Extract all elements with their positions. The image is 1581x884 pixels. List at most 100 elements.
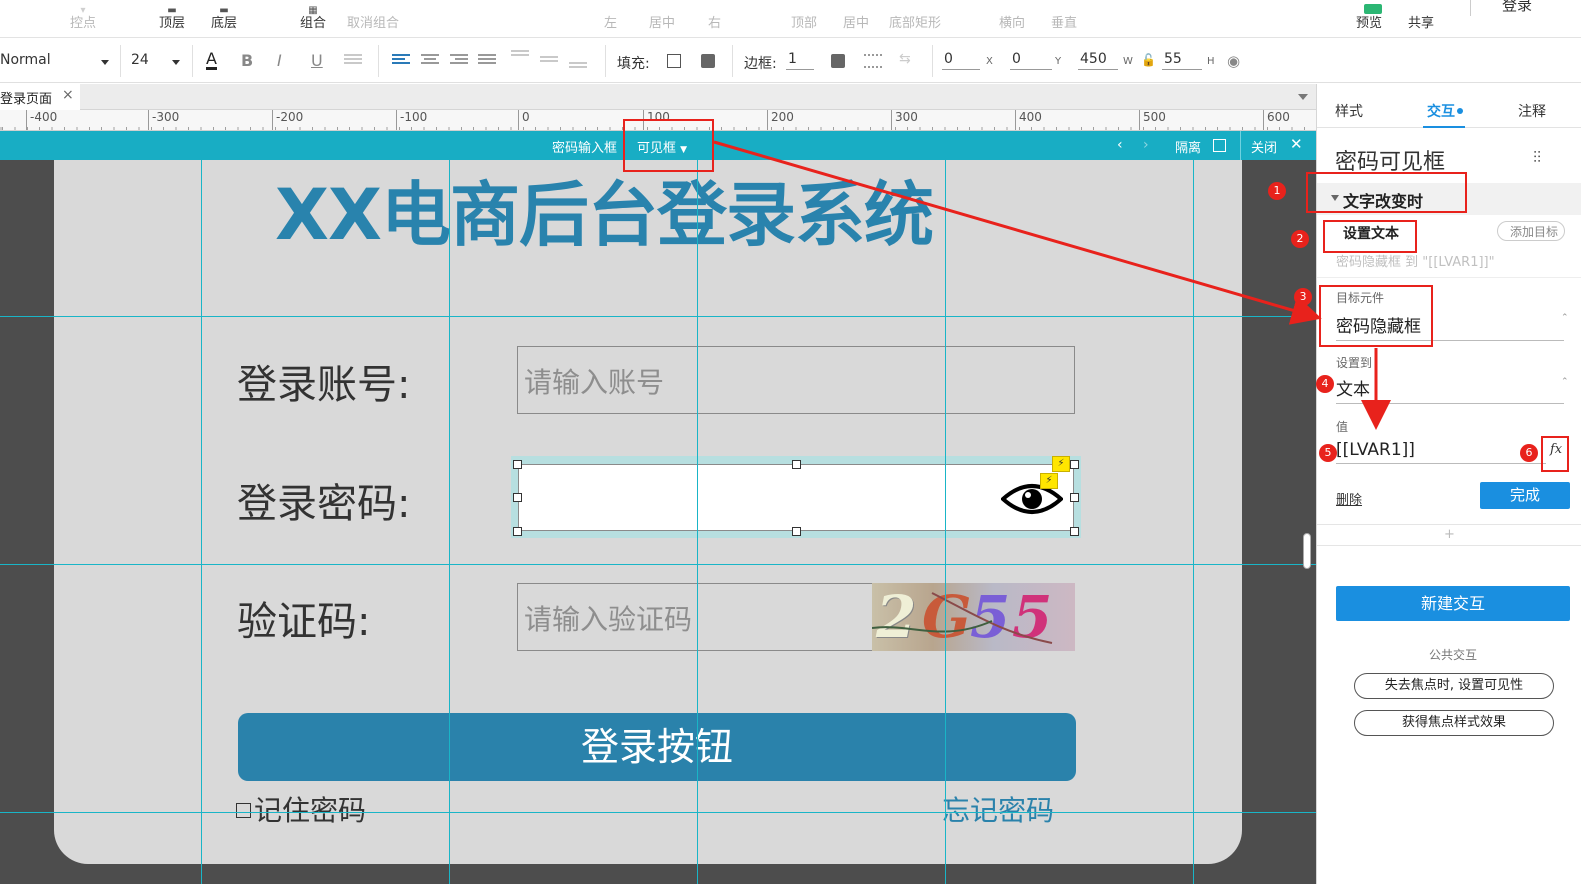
- align-right-icon[interactable]: [450, 54, 468, 68]
- format-toolbar: Normal 24 A B I U 填充: 边框: 1 ⇆ 0 X 0 Y 45…: [0, 39, 1581, 83]
- remember-password-checkbox[interactable]: 记住密码: [236, 789, 366, 829]
- design-canvas[interactable]: 密码输入框 可见框 ▼ ‹ › 隔离 关闭 ✕ XX电商后台登录系统 登录账号:…: [0, 131, 1316, 884]
- done-button[interactable]: 完成: [1480, 482, 1570, 509]
- resize-handle[interactable]: [1070, 493, 1079, 502]
- prev-state-button[interactable]: ‹: [1117, 137, 1123, 153]
- password-label: 登录密码:: [237, 481, 411, 527]
- close-icon[interactable]: ✕: [1290, 135, 1303, 153]
- captcha-label: 验证码:: [237, 599, 371, 645]
- align-left-button[interactable]: 左: [604, 12, 617, 31]
- lock-icon[interactable]: 🔓: [1141, 53, 1156, 67]
- align-justify-icon[interactable]: [478, 54, 496, 68]
- chevron-down-icon: [172, 60, 180, 65]
- chevron-updown-icon: ⌃: [1561, 313, 1569, 323]
- interaction-bolt-icon[interactable]: ⚡: [1052, 456, 1070, 472]
- resize-handle[interactable]: [513, 527, 522, 536]
- share-button[interactable]: 共享: [1408, 12, 1434, 31]
- send-back-icon: ▬: [219, 5, 229, 16]
- italic-button[interactable]: I: [277, 51, 282, 70]
- anchor-button[interactable]: ▾ 控点: [70, 6, 96, 32]
- x-input[interactable]: 0: [942, 51, 980, 70]
- tab-style[interactable]: 样式: [1335, 101, 1363, 121]
- tab-notes[interactable]: 注释: [1518, 101, 1546, 121]
- page-tab-login[interactable]: 登录页面 ×: [0, 84, 80, 110]
- isolate-button[interactable]: 隔离: [1175, 137, 1201, 156]
- align-middle-button[interactable]: 居中: [843, 12, 869, 31]
- login-link[interactable]: 登录: [1502, 0, 1532, 15]
- list-icon[interactable]: [344, 54, 362, 68]
- height-input[interactable]: 55: [1162, 51, 1202, 70]
- align-top-button[interactable]: 顶部: [791, 12, 817, 31]
- value-label: 值: [1336, 420, 1349, 434]
- login-button[interactable]: 登录按钮: [238, 713, 1076, 781]
- next-state-button[interactable]: ›: [1143, 137, 1149, 153]
- captcha-noise: [872, 592, 1053, 644]
- sliders-icon[interactable]: ⫶⫶: [1533, 148, 1541, 168]
- y-input[interactable]: 0: [1010, 51, 1052, 70]
- border-arrow-icon[interactable]: ⇆: [899, 51, 911, 67]
- distribute-vertical-button[interactable]: 垂直: [1051, 12, 1077, 31]
- font-size-select[interactable]: 24: [131, 52, 183, 68]
- close-state-button[interactable]: 关闭: [1251, 137, 1277, 156]
- annotation-number: 2: [1291, 230, 1309, 248]
- interaction-bolt-icon[interactable]: ⚡: [1040, 473, 1058, 489]
- chevron-down-icon[interactable]: [1298, 94, 1308, 100]
- common-interaction-blur-button[interactable]: 失去焦点时, 设置可见性: [1354, 673, 1554, 699]
- send-to-back-button[interactable]: ▬ 底层: [211, 6, 237, 32]
- style-select[interactable]: Normal: [0, 52, 112, 68]
- align-left-icon[interactable]: [392, 54, 410, 68]
- captcha-input[interactable]: 请输入验证码: [517, 583, 873, 651]
- password-visible-input[interactable]: [518, 464, 1074, 531]
- resize-handle[interactable]: [792, 460, 801, 469]
- valign-bottom-icon[interactable]: [569, 62, 587, 76]
- canvas-scrollbar[interactable]: [1303, 533, 1311, 569]
- captcha-image[interactable]: 2 G 5 5: [872, 583, 1075, 651]
- resize-handle[interactable]: [513, 493, 522, 502]
- set-to-select[interactable]: 文本: [1336, 375, 1564, 404]
- resize-handle[interactable]: [792, 527, 801, 536]
- guide-line: [0, 812, 1316, 813]
- guide-line: [0, 564, 1316, 565]
- ungroup-button[interactable]: 取消组合: [347, 12, 399, 31]
- fill-color-swatch[interactable]: [667, 54, 681, 68]
- x-label: X: [986, 56, 993, 67]
- account-input[interactable]: 请输入账号: [517, 346, 1075, 414]
- close-icon[interactable]: ×: [62, 87, 74, 103]
- eye-icon[interactable]: ◉: [1227, 52, 1240, 70]
- valign-top-icon[interactable]: [511, 50, 529, 64]
- align-bottom-button[interactable]: 底部矩形: [889, 12, 941, 31]
- new-interaction-button[interactable]: 新建交互: [1336, 586, 1570, 621]
- annotation-box: [1306, 172, 1467, 213]
- tab-interactions[interactable]: 交互: [1427, 101, 1463, 121]
- underline-button[interactable]: U: [311, 51, 323, 70]
- isolate-icon[interactable]: [1213, 139, 1226, 152]
- border-color-swatch[interactable]: [831, 54, 845, 68]
- border-width-input[interactable]: 1: [786, 51, 814, 70]
- bold-button[interactable]: B: [241, 51, 253, 70]
- add-target-button[interactable]: 添加目标: [1497, 221, 1566, 241]
- valign-middle-icon[interactable]: [540, 56, 558, 70]
- align-center-button[interactable]: 居中: [649, 12, 675, 31]
- resize-handle[interactable]: [1070, 527, 1079, 536]
- distribute-horizontal-button[interactable]: 横向: [999, 12, 1025, 31]
- width-input[interactable]: 450: [1078, 51, 1118, 70]
- resize-handle[interactable]: [1070, 460, 1079, 469]
- checkbox-icon[interactable]: [236, 803, 251, 818]
- common-interaction-focus-button[interactable]: 获得焦点样式效果: [1354, 710, 1554, 736]
- border-style-icon[interactable]: [864, 54, 882, 68]
- font-color-button[interactable]: A: [206, 51, 217, 70]
- ruler-label: 500: [1139, 110, 1166, 130]
- group-button[interactable]: ▦ 组合: [300, 6, 326, 32]
- bring-to-front-button[interactable]: ▬ 顶层: [159, 6, 185, 32]
- resize-handle[interactable]: [513, 460, 522, 469]
- forgot-password-link[interactable]: 忘记密码: [942, 789, 1054, 829]
- value-input[interactable]: [[LVAR1]]: [1336, 440, 1546, 464]
- align-right-button[interactable]: 右: [708, 12, 721, 31]
- preview-button[interactable]: 预览: [1356, 4, 1382, 31]
- fill-shadow-swatch[interactable]: [701, 54, 715, 68]
- add-action-row[interactable]: +: [1317, 524, 1581, 546]
- align-center-icon[interactable]: [421, 54, 439, 68]
- active-tab-indicator: [1423, 126, 1465, 128]
- delete-action-link[interactable]: 删除: [1336, 489, 1362, 508]
- group-icon: ▦: [308, 5, 318, 16]
